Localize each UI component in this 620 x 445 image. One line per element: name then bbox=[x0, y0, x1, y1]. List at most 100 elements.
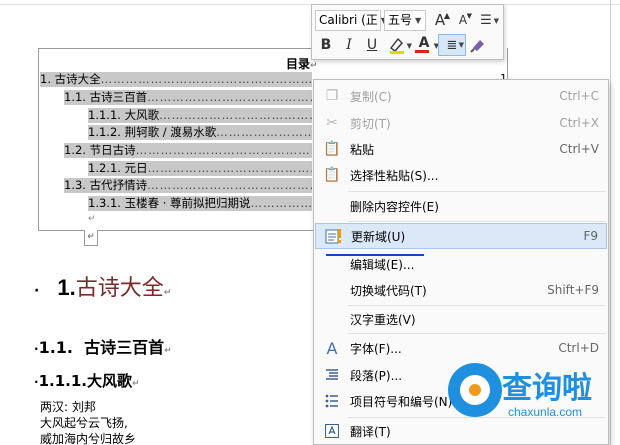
list-level-button[interactable]: ☰ ▼ bbox=[475, 9, 499, 31]
toc-entry-text: 1. 古诗大全 bbox=[40, 72, 101, 86]
italic-button[interactable]: I bbox=[338, 34, 360, 56]
toc-entry-2[interactable]: 1.1. 古诗三百首…………………………………………… bbox=[64, 90, 312, 105]
menu-item-shortcut: Shift+F9 bbox=[547, 283, 599, 297]
menu-item-cut[interactable]: ✂ 剪切(T) Ctrl+X bbox=[315, 110, 607, 136]
menu-item-delete-content-control[interactable]: 删除内容控件(E) bbox=[315, 193, 607, 219]
format-painter-icon bbox=[470, 40, 484, 53]
heading-3-text: 大风歌 bbox=[86, 372, 132, 390]
toc-entry-text: 1.1.2. 荆轲歌 / 渡易水歌 bbox=[88, 125, 217, 139]
menu-item-label: 粘贴 bbox=[350, 142, 375, 157]
heading-1-number: 1. bbox=[57, 275, 76, 300]
heading-1-text: 古诗大全 bbox=[75, 276, 164, 301]
menu-item-label: 更新域(U) bbox=[351, 229, 406, 244]
scissors-icon: ✂ bbox=[326, 115, 338, 131]
toc-entry-3[interactable]: 1.1.1. 大风歌…………………………………………… bbox=[88, 108, 312, 123]
translate-icon bbox=[322, 421, 342, 441]
menu-item-label: 选择性粘贴(S)... bbox=[350, 168, 439, 183]
body-line-verse-2: 威加海内兮归故乡 bbox=[40, 432, 137, 445]
underline-button[interactable]: U bbox=[361, 34, 383, 56]
menu-item-label: 删除内容控件(E) bbox=[350, 199, 439, 214]
watermark-title: 查询啦 bbox=[502, 371, 592, 406]
menu-item-shortcut: Ctrl+C bbox=[559, 89, 599, 103]
menu-item-label: 翻译(T) bbox=[350, 424, 391, 439]
toc-entry-6[interactable]: 1.2.1. 元日…………………………………………… bbox=[88, 161, 312, 176]
menu-item-shortcut: Ctrl+X bbox=[559, 116, 599, 130]
menu-item-shortcut: Ctrl+D bbox=[558, 341, 599, 355]
indent-list-icon: ☰ bbox=[480, 12, 492, 28]
heading-2-text: 古诗三百首 bbox=[84, 338, 165, 357]
toc-entry-7[interactable]: 1.3. 古代抒情诗…………………………………………… bbox=[64, 178, 312, 193]
heading-3: ·1.1.1.大风歌↵ bbox=[34, 372, 140, 390]
menu-separator bbox=[348, 333, 606, 334]
toc-entry-text: 1.2.1. 元日 bbox=[88, 161, 148, 175]
grow-font-button[interactable]: A ▲ bbox=[429, 9, 451, 31]
highlighter-icon bbox=[390, 37, 404, 54]
heading-3-number: 1.1.1. bbox=[38, 372, 87, 390]
paragraph-mark: ↵ bbox=[88, 214, 96, 224]
menu-item-paste[interactable]: 📋 粘贴 Ctrl+V bbox=[315, 136, 607, 162]
shrink-font-button[interactable]: A ▼ bbox=[452, 9, 474, 31]
body-line-verse-1: 大风起兮云飞扬, bbox=[40, 416, 128, 430]
toc-entry-text: 1.1.1. 大风歌 bbox=[88, 108, 160, 122]
align-button[interactable]: ≣ ▼ bbox=[438, 34, 466, 56]
paste-icon: 📋 bbox=[323, 141, 341, 157]
decrease-icon: ▼ bbox=[466, 12, 472, 20]
magnifier-logo-dot bbox=[469, 384, 481, 396]
menu-item-paste-special[interactable]: 📋 选择性粘贴(S)... bbox=[315, 162, 607, 188]
font-size-combo[interactable]: 五号 ▼ bbox=[384, 9, 426, 31]
menu-item-label: 汉字重选(V) bbox=[350, 312, 416, 327]
paragraph-icon bbox=[322, 365, 342, 385]
chevron-down-icon: ▼ bbox=[493, 17, 499, 25]
paste-special-icon: 📋 bbox=[323, 167, 341, 183]
menu-item-reconversion[interactable]: 汉字重选(V) bbox=[315, 306, 607, 332]
menu-item-copy[interactable]: ❐ 复制(C) Ctrl+C bbox=[315, 83, 607, 109]
toc-entry-text: 1.3.1. 玉楼春 · 尊前拟把归期说 bbox=[88, 196, 251, 210]
mini-toolbar: Calibri (正▼ 五号▼ A▲ A▼ ☰▼ B I U ▼ A ▼ ≣ ▼ bbox=[311, 4, 504, 60]
toc-control-tab[interactable]: ↵ bbox=[84, 230, 98, 246]
chevron-down-icon: ▼ bbox=[458, 41, 464, 49]
menu-item-shortcut: F9 bbox=[583, 229, 598, 243]
font-size-value: 五号 bbox=[388, 12, 413, 27]
menu-item-label: 切换域代码(T) bbox=[350, 283, 427, 298]
watermark-url: chaxunla.com bbox=[508, 405, 583, 419]
font-name-combo[interactable]: Calibri (正▼ bbox=[315, 9, 387, 31]
update-field-icon bbox=[323, 226, 343, 246]
page-right-edge bbox=[610, 0, 611, 445]
copy-icon: ❐ bbox=[325, 88, 339, 104]
bold-button[interactable]: B bbox=[315, 34, 337, 56]
heading-1: · 1.古诗大全↵ bbox=[34, 275, 172, 301]
toc-entry-text: 1.3. 古代抒情诗 bbox=[64, 178, 148, 192]
page-top-edge bbox=[0, 4, 620, 5]
toc-entry-4[interactable]: 1.1.2. 荆轲歌 / 渡易水歌……………………………… bbox=[88, 125, 312, 140]
menu-separator bbox=[348, 221, 606, 222]
align-justify-icon: ≣ bbox=[446, 37, 458, 53]
toc-entry-8[interactable]: 1.3.1. 玉楼春 · 尊前拟把归期说……………… bbox=[88, 196, 312, 211]
menu-item-edit-field[interactable]: 编辑域(E)... bbox=[315, 251, 607, 277]
menu-item-label: 剪切(T) bbox=[350, 116, 391, 131]
menu-item-label: 段落(P)... bbox=[350, 368, 403, 383]
chevron-down-icon: ▼ bbox=[415, 15, 422, 25]
menu-item-shortcut: Ctrl+V bbox=[559, 142, 599, 156]
font-color-button[interactable]: A ▼ bbox=[411, 34, 439, 56]
highlight-button[interactable]: ▼ bbox=[384, 34, 412, 56]
menu-item-label: 复制(C) bbox=[350, 89, 392, 104]
bullet-mark: · bbox=[34, 283, 40, 299]
menu-item-label: 编辑域(E)... bbox=[350, 257, 415, 272]
heading-2: ·1.1. 古诗三百首↵ bbox=[34, 338, 172, 357]
menu-item-label: 字体(F)... bbox=[350, 341, 402, 356]
watermark-logo: 查询啦 chaxunla.com bbox=[440, 357, 610, 437]
bullets-icon bbox=[322, 391, 342, 411]
toc-entry-5[interactable]: 1.2. 节日古诗…………………………………………… bbox=[64, 143, 312, 158]
toc-entry-text: 1.2. 节日古诗 bbox=[64, 143, 136, 157]
heading-2-number: 1.1. bbox=[38, 338, 73, 357]
increase-icon: ▲ bbox=[443, 11, 450, 20]
toc-entry-text: 1.1. 古诗三百首 bbox=[64, 90, 148, 104]
menu-separator bbox=[348, 191, 606, 192]
menu-item-update-field[interactable]: 更新域(U) F9 bbox=[315, 223, 607, 249]
body-line-author: 两汉: 刘邦 bbox=[40, 400, 96, 414]
font-name-value: Calibri (正 bbox=[319, 12, 378, 27]
format-painter-button[interactable] bbox=[467, 34, 489, 56]
font-icon: A bbox=[326, 338, 338, 358]
menu-item-toggle-field-codes[interactable]: 切换域代码(T) Shift+F9 bbox=[315, 277, 607, 303]
toc-entry-1[interactable]: 1. 古诗大全…………………………………………………… bbox=[40, 72, 312, 87]
